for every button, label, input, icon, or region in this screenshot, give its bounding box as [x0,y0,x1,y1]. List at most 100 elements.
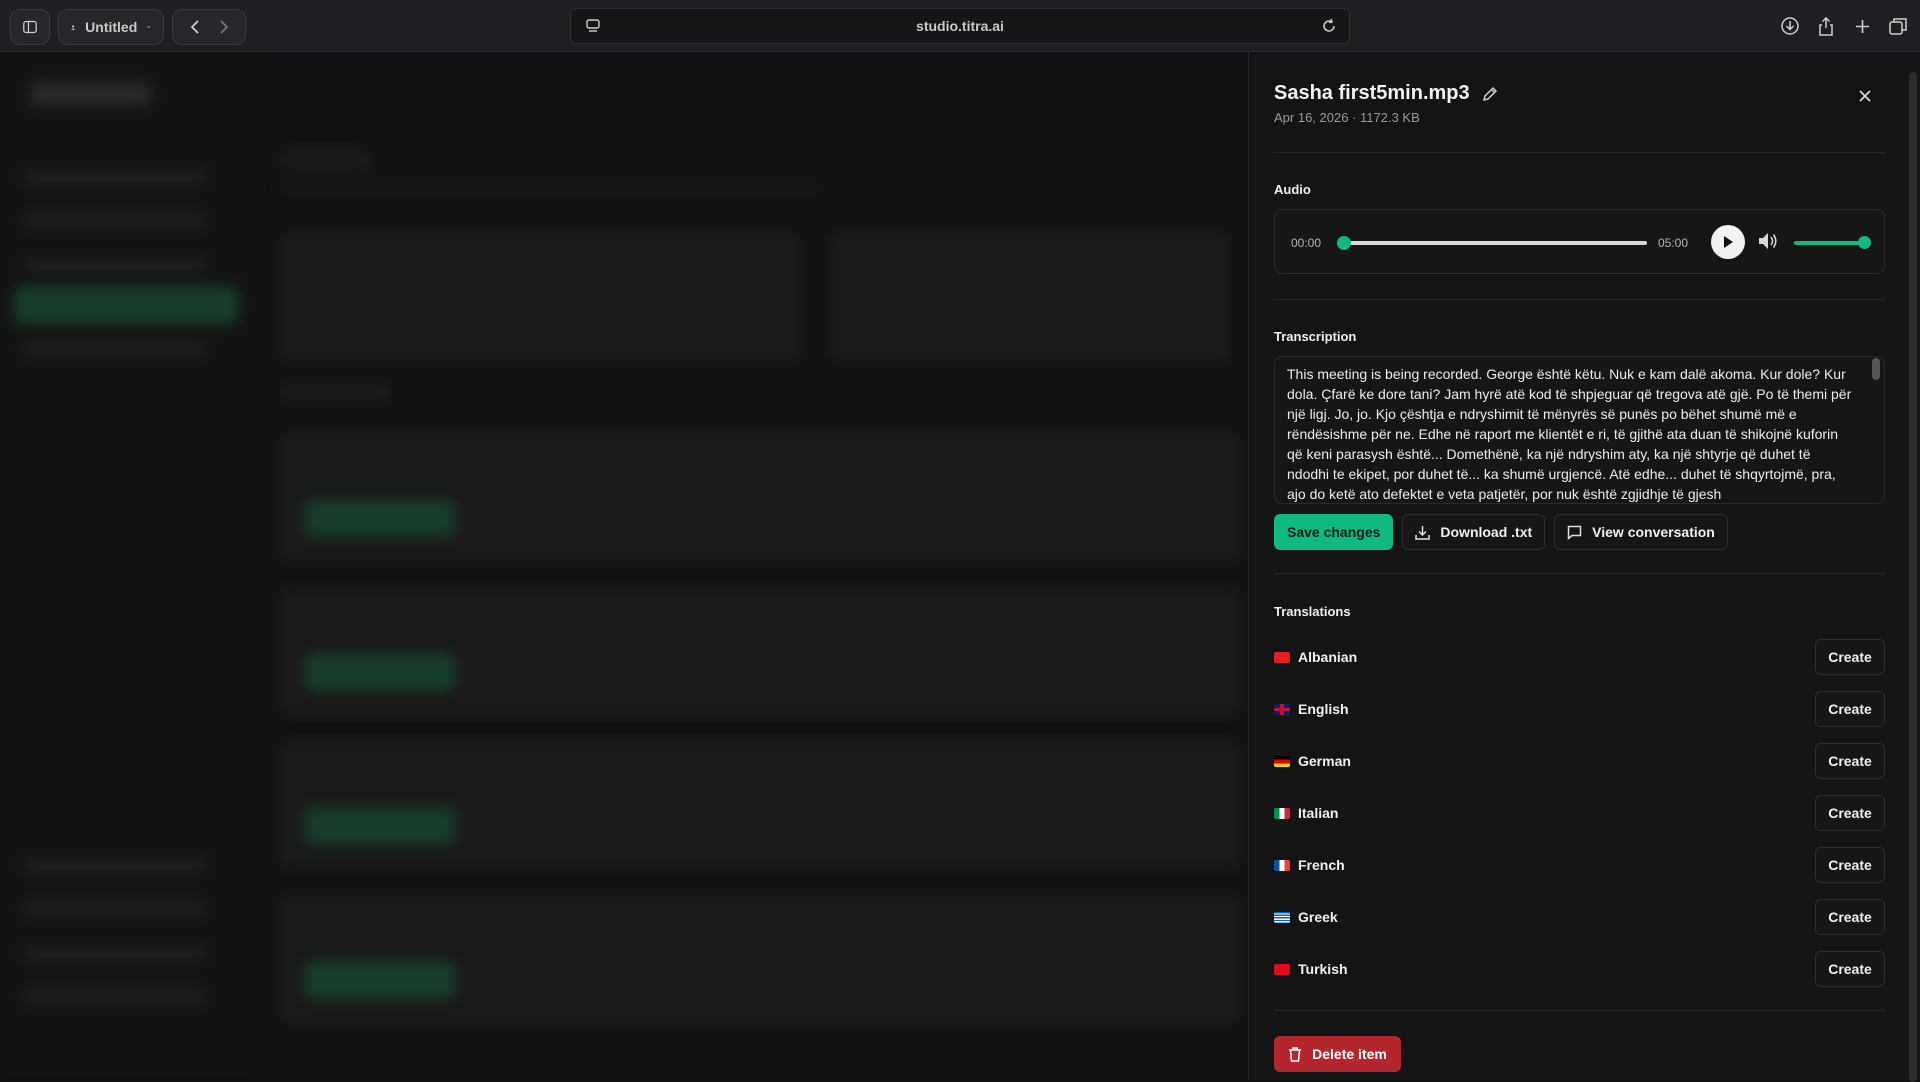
downloads-button[interactable] [1778,10,1802,42]
volume-slider[interactable] [1794,241,1866,245]
file-title: Sasha first5min.mp3 [1274,82,1470,104]
create-translation-button[interactable]: Create [1815,899,1885,935]
language-label: Greek [1298,909,1338,925]
volume-handle[interactable] [1858,236,1871,249]
delete-item-label: Delete item [1312,1046,1387,1062]
browser-tools [1778,10,1910,42]
transcription-section-label: Transcription [1274,329,1357,344]
close-button[interactable] [1851,82,1879,110]
language-label: German [1298,753,1351,769]
create-translation-button[interactable]: Create [1815,743,1885,779]
volume-icon[interactable] [1757,231,1779,251]
profile-label: Untitled [85,19,138,35]
language-german: German [1274,753,1351,769]
create-translation-button[interactable]: Create [1815,951,1885,987]
new-tab-button[interactable] [1850,10,1874,42]
language-turkish: Turkish [1274,961,1348,977]
background-button [305,654,455,690]
create-translation-button[interactable]: Create [1815,639,1885,675]
sidebar-toggle-button[interactable] [10,9,50,45]
file-date: Apr 16, 2026 [1274,110,1349,125]
background-nav-item [24,342,204,356]
translation-row-greek: Greek Create [1274,899,1885,935]
background-app [0,52,1248,1080]
background-nav-item [24,902,204,916]
chevron-left-icon [190,20,199,34]
play-button[interactable] [1711,225,1745,259]
tabs-icon [1889,18,1907,35]
forward-button[interactable] [214,10,233,44]
download-txt-label: Download .txt [1440,524,1533,540]
play-icon [1724,236,1733,248]
language-italian: Italian [1274,805,1338,821]
profile-selector[interactable]: Untitled [58,9,164,45]
seek-bar[interactable] [1337,241,1647,245]
translation-row-turkish: Turkish Create [1274,951,1885,987]
view-conversation-label: View conversation [1592,524,1715,540]
pencil-icon[interactable] [1482,86,1498,102]
chevron-right-icon [219,20,228,34]
translation-row-english: English Create [1274,691,1885,727]
flag-germany-icon [1274,755,1290,767]
nav-buttons [172,9,246,45]
background-row [280,432,1240,562]
close-icon [1859,90,1871,102]
browser-toolbar: Untitled studio.titra.ai [0,0,1920,52]
file-title-row: Sasha first5min.mp3 [1274,82,1498,105]
site-settings-icon [586,19,600,32]
transcription-textarea[interactable]: This meeting is being recorded. George ë… [1274,356,1885,504]
background-subtitle [280,182,820,192]
flag-albania-icon [1274,651,1290,663]
chevron-down-icon [147,25,151,29]
message-icon [1567,525,1582,540]
translation-row-french: French Create [1274,847,1885,883]
trash-icon [1289,1046,1302,1062]
background-sidebar [0,52,255,1080]
address-bar[interactable]: studio.titra.ai [570,8,1350,44]
language-label: Italian [1298,805,1339,821]
flag-greece-icon [1274,911,1290,923]
language-label: Turkish [1298,961,1348,977]
transcription-actions: Save changes Download .txt View conversa… [1274,514,1728,550]
seek-handle[interactable] [1337,236,1351,250]
create-translation-button[interactable]: Create [1815,691,1885,727]
background-button [305,500,455,536]
translation-row-german: German Create [1274,743,1885,779]
background-nav-item [24,214,204,228]
audio-player: 00:00 05:00 [1274,209,1885,274]
transcription-scrollbar[interactable] [1872,358,1880,380]
background-nav-item [24,990,204,1004]
view-conversation-button[interactable]: View conversation [1554,514,1728,550]
create-translation-button[interactable]: Create [1815,795,1885,831]
flag-turkey-icon [1274,963,1290,975]
panel-scrollbar[interactable] [1909,72,1917,1082]
back-button[interactable] [185,10,204,44]
background-heading [280,382,390,402]
download-icon [1415,525,1431,540]
download-txt-button[interactable]: Download .txt [1402,514,1546,550]
language-english: English [1274,701,1349,717]
person-icon [71,24,76,30]
save-changes-label: Save changes [1287,524,1381,540]
divider [1274,1010,1885,1011]
background-active-nav-item [14,286,238,324]
background-row [280,586,1240,716]
divider [1274,152,1885,153]
background-heading [280,148,370,172]
background-nav-item [24,858,204,872]
create-translation-button[interactable]: Create [1815,847,1885,883]
delete-item-button[interactable]: Delete item [1274,1036,1401,1072]
tab-overview-button[interactable] [1886,10,1910,42]
url-text: studio.titra.ai [916,18,1004,34]
language-albanian: Albanian [1274,649,1357,665]
share-button[interactable] [1814,10,1838,42]
download-icon [1781,17,1799,35]
plus-icon [1855,19,1869,33]
translation-row-albanian: Albanian Create [1274,639,1885,675]
language-greek: Greek [1274,909,1338,925]
divider [1274,299,1885,300]
current-time: 00:00 [1291,236,1322,250]
background-nav-item [24,258,204,272]
reload-icon[interactable] [1321,18,1337,34]
save-changes-button[interactable]: Save changes [1274,514,1394,550]
